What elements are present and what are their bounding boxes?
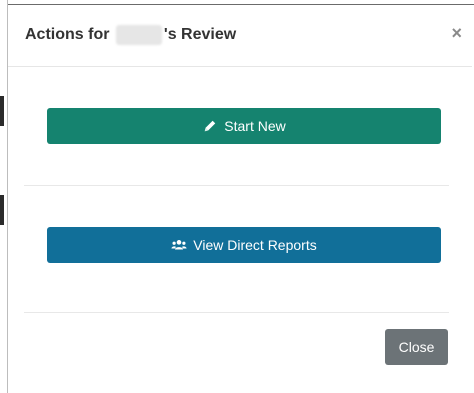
view-direct-reports-button[interactable]: View Direct Reports <box>47 227 441 263</box>
modal-header: Actions for 's Review × <box>8 5 472 67</box>
modal-title-suffix: 's Review <box>163 26 237 43</box>
modal-close-x-button[interactable]: × <box>451 24 462 42</box>
backdrop-tick <box>0 96 4 126</box>
start-new-button[interactable]: Start New <box>47 108 441 144</box>
users-icon <box>171 237 187 253</box>
close-button[interactable]: Close <box>385 329 448 365</box>
section-divider <box>24 312 449 313</box>
modal-title-prefix: Actions for <box>25 26 110 43</box>
actions-modal: Actions for 's Review × Start New View D… <box>8 5 472 391</box>
view-direct-reports-label: View Direct Reports <box>193 237 317 253</box>
start-new-label: Start New <box>224 118 286 134</box>
modal-title: Actions for 's Review <box>25 25 236 45</box>
backdrop-tick <box>0 195 4 225</box>
pencil-icon <box>202 118 218 134</box>
section-divider <box>24 185 449 186</box>
redacted-name <box>115 25 162 45</box>
